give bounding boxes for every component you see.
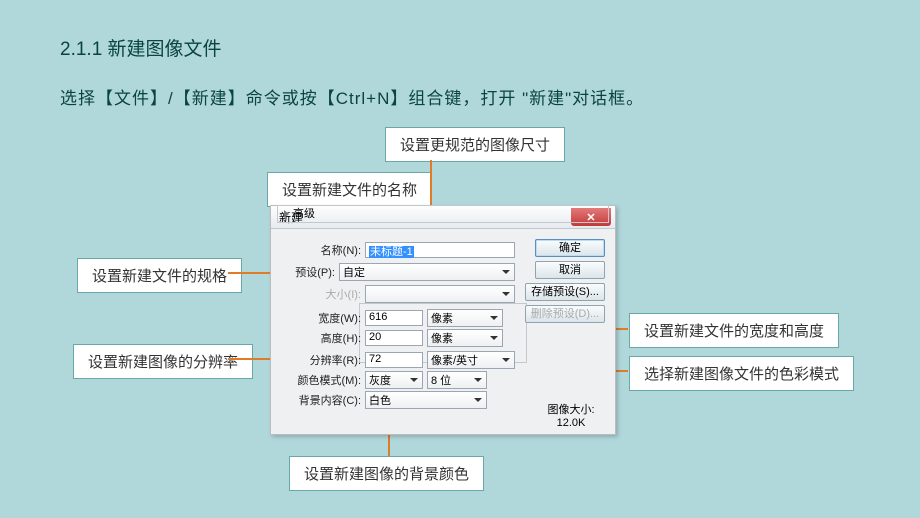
name-field[interactable]: 未标题-1 bbox=[365, 242, 515, 258]
callout-resolution: 设置新建图像的分辨率 bbox=[73, 344, 253, 379]
cancel-button[interactable]: 取消 bbox=[535, 261, 605, 279]
colormode-label: 颜色模式(M): bbox=[295, 372, 365, 388]
page-title: 2.1.1 新建图像文件 bbox=[60, 34, 222, 61]
height-field[interactable]: 20 bbox=[365, 330, 423, 346]
callout-image-size: 设置更规范的图像尺寸 bbox=[385, 127, 565, 162]
bitdepth-select[interactable]: 8 位 bbox=[427, 371, 487, 389]
preset-select[interactable]: 自定 bbox=[339, 263, 515, 281]
width-label: 宽度(W): bbox=[307, 310, 365, 326]
height-unit-select[interactable]: 像素 bbox=[427, 329, 503, 347]
name-label: 名称(N): bbox=[307, 242, 365, 258]
bg-label: 背景内容(C): bbox=[295, 392, 365, 408]
resolution-unit-select[interactable]: 像素/英寸 bbox=[427, 351, 515, 369]
new-dialog: 新建 ✕ 名称(N): 未标题-1 预设(P): 自定 大小(I): 宽度(W)… bbox=[270, 205, 616, 435]
ok-button[interactable]: 确定 bbox=[535, 239, 605, 257]
page-subtext: 选择【文件】/【新建】命令或按【Ctrl+N】组合键，打开 "新建"对话框。 bbox=[60, 84, 644, 109]
colormode-select[interactable]: 灰度 bbox=[365, 371, 423, 389]
delete-preset-button: 删除预设(D)... bbox=[525, 305, 605, 323]
file-size-display: 图像大小: 12.0K bbox=[541, 401, 601, 429]
size-select bbox=[365, 285, 515, 303]
callout-filename: 设置新建文件的名称 bbox=[267, 172, 432, 207]
callout-bg: 设置新建图像的背景颜色 bbox=[289, 456, 484, 491]
advanced-expander[interactable]: 高级 bbox=[277, 205, 609, 223]
callout-dimensions: 设置新建文件的宽度和高度 bbox=[629, 313, 839, 348]
save-preset-button[interactable]: 存储预设(S)... bbox=[525, 283, 605, 301]
chevron-right-icon bbox=[284, 210, 289, 218]
resolution-field[interactable]: 72 bbox=[365, 352, 423, 368]
advanced-label: 高级 bbox=[293, 206, 315, 222]
bg-select[interactable]: 白色 bbox=[365, 391, 487, 409]
width-unit-select[interactable]: 像素 bbox=[427, 309, 503, 327]
callout-colormode: 选择新建图像文件的色彩模式 bbox=[629, 356, 854, 391]
preset-label: 预设(P): bbox=[281, 264, 339, 280]
resolution-label: 分辨率(R): bbox=[307, 352, 365, 368]
callout-preset: 设置新建文件的规格 bbox=[77, 258, 242, 293]
size-label: 大小(I): bbox=[307, 286, 365, 302]
height-label: 高度(H): bbox=[307, 330, 365, 346]
width-field[interactable]: 616 bbox=[365, 310, 423, 326]
